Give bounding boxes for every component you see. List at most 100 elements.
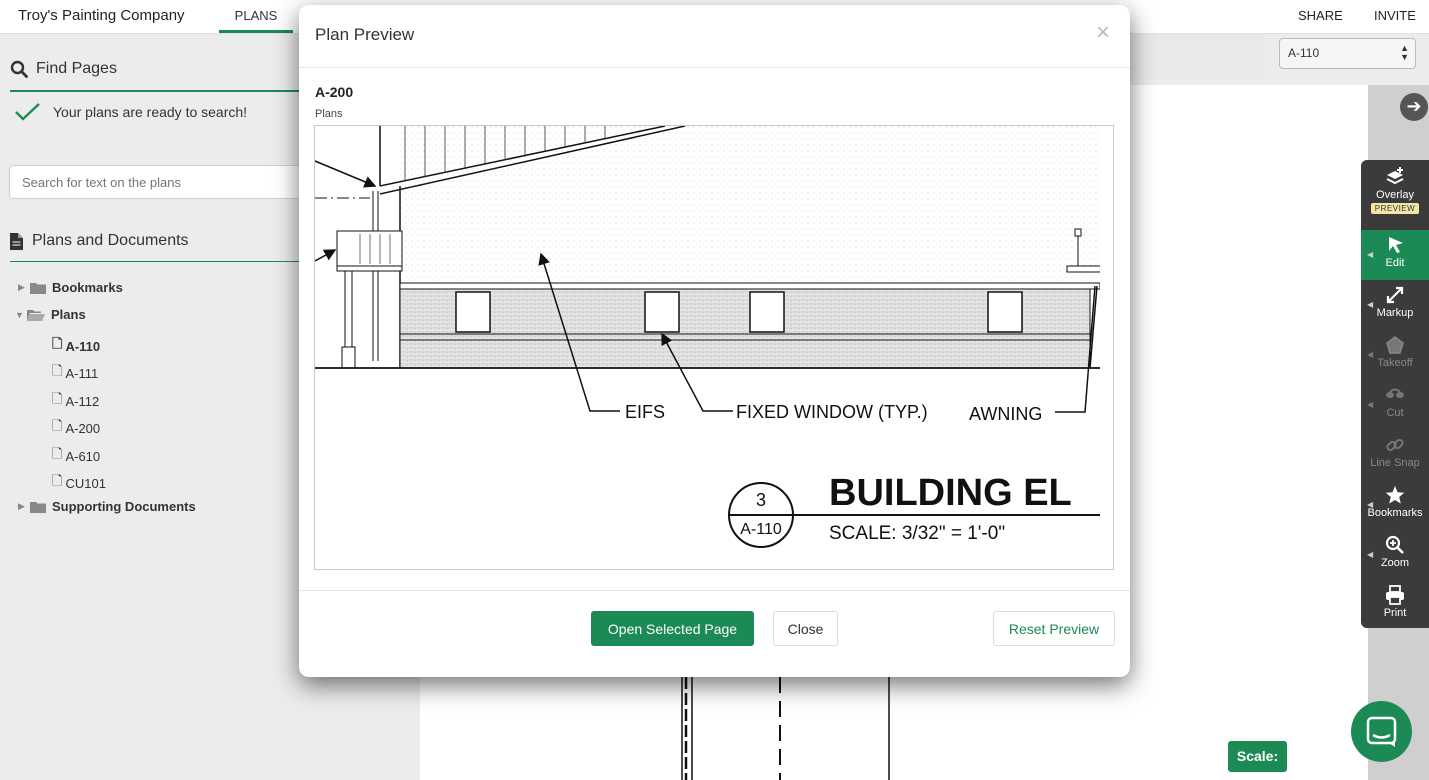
cursor-arrow-icon xyxy=(1389,237,1403,253)
drawing-title: BUILDING EL xyxy=(829,472,1072,514)
scale-button[interactable]: Scale: xyxy=(1228,741,1287,772)
tree-page-a610[interactable]: 🗋 A-610 xyxy=(52,445,100,467)
tree-label: A-200 xyxy=(65,420,101,436)
tool-bookmarks[interactable]: ◀ Bookmarks xyxy=(1361,480,1429,530)
tool-cut[interactable]: ◀ Cut xyxy=(1361,380,1429,430)
zoom-in-icon xyxy=(1385,535,1404,554)
page-select-dropdown[interactable]: A-110 ▲ ▼ xyxy=(1279,38,1416,69)
divider xyxy=(10,261,300,262)
tree-label: A-111 xyxy=(65,365,99,381)
close-button[interactable]: Close xyxy=(773,611,838,646)
detail-sheet: A-110 xyxy=(740,521,782,538)
reset-preview-button[interactable]: Reset Preview xyxy=(993,611,1115,646)
label-eifs: EIFS xyxy=(625,402,665,422)
next-page-arrow-icon[interactable]: ➔ xyxy=(1400,93,1428,121)
tree-folder-supporting-documents[interactable]: ▶ Supporting Documents xyxy=(18,499,196,514)
tree-label: A-110 xyxy=(65,338,101,354)
tool-zoom[interactable]: ◀ Zoom xyxy=(1361,530,1429,580)
tree-label: A-112 xyxy=(65,393,100,409)
caret-left-icon: ◀ xyxy=(1367,300,1374,309)
tool-print[interactable]: Print xyxy=(1361,580,1429,630)
company-name[interactable]: Troy's Painting Company xyxy=(18,7,185,24)
viewer-header-strip xyxy=(1130,34,1264,79)
tree-page-a110[interactable]: 🗋 A-110 xyxy=(52,335,100,357)
tree-label: Bookmarks xyxy=(52,280,123,295)
caret-left-icon: ◀ xyxy=(1367,500,1374,509)
tool-line-snap[interactable]: Line Snap xyxy=(1361,430,1429,480)
plan-preview-modal: Plan Preview × A-200 Plans EIFS FIXED WI… xyxy=(299,5,1130,677)
caret-left-icon: ◀ xyxy=(1367,550,1374,559)
caret-left-icon: ◀ xyxy=(1367,400,1374,409)
caret-right-icon[interactable]: ▶ xyxy=(18,501,30,512)
tool-edit[interactable]: ◀ Edit xyxy=(1361,230,1429,280)
page-select-value: A-110 xyxy=(1288,46,1320,60)
tool-takeoff[interactable]: ◀ Takeoff xyxy=(1361,330,1429,380)
drawing-scale: SCALE: 3/32" = 1'-0" xyxy=(829,523,1005,544)
divider xyxy=(299,590,1130,591)
preview-page-name: A-200 xyxy=(315,84,354,100)
tree-label: Plans xyxy=(51,307,86,322)
tree-page-a112[interactable]: 🗋 A-112 xyxy=(52,390,99,412)
search-ready-status: Your plans are ready to search! xyxy=(14,102,247,122)
document-icon xyxy=(10,232,23,250)
chat-button[interactable] xyxy=(1351,701,1412,762)
tree-page-a111[interactable]: 🗋 A-111 xyxy=(52,362,98,384)
pentagon-icon xyxy=(1386,336,1404,354)
folder-icon xyxy=(30,501,46,513)
tool-overlay[interactable]: Overlay PREVIEW xyxy=(1361,162,1429,226)
caret-right-icon[interactable]: ▶ xyxy=(18,282,30,293)
folder-open-icon xyxy=(27,309,45,321)
find-pages-label: Find Pages xyxy=(36,60,117,77)
nav-tab-plans[interactable]: PLANS xyxy=(219,0,293,33)
search-ready-text: Your plans are ready to search! xyxy=(53,104,248,120)
select-arrows-icon: ▲ ▼ xyxy=(1400,43,1409,62)
tree-folder-bookmarks[interactable]: ▶ Bookmarks xyxy=(18,280,123,295)
caret-left-icon: ◀ xyxy=(1367,350,1374,359)
tree-page-cu101[interactable]: 🗋 CU101 xyxy=(52,472,106,494)
page-icon: 🗋 xyxy=(52,336,63,351)
folder-icon xyxy=(30,282,46,294)
page-icon: 🗋 xyxy=(52,363,63,378)
preview-badge: PREVIEW xyxy=(1370,203,1420,214)
plan-preview-image[interactable]: EIFS FIXED WINDOW (TYP.) AWNING 3 A-110 … xyxy=(314,125,1114,570)
tool-label: Print xyxy=(1383,607,1407,619)
layers-icon xyxy=(1386,167,1404,185)
modal-title: Plan Preview xyxy=(315,25,415,44)
detail-number: 3 xyxy=(756,490,766,510)
tool-label: Overlay xyxy=(1376,189,1414,201)
close-icon[interactable]: × xyxy=(1096,19,1110,47)
tree-page-a200[interactable]: 🗋 A-200 xyxy=(52,417,100,439)
printer-icon xyxy=(1386,585,1404,605)
label-fixed-window: FIXED WINDOW (TYP.) xyxy=(736,402,928,422)
page-icon: 🗋 xyxy=(52,446,63,461)
tree-label: A-610 xyxy=(65,448,101,464)
divider xyxy=(299,67,1130,68)
right-toolbar: Overlay PREVIEW ◀ Edit ◀ Markup ◀ Takeof… xyxy=(1361,160,1429,628)
caret-left-icon: ◀ xyxy=(1367,250,1374,259)
checkmark-icon xyxy=(15,103,40,121)
find-pages-heading: Find Pages xyxy=(10,60,117,78)
star-icon xyxy=(1385,486,1405,504)
tool-markup[interactable]: ◀ Markup xyxy=(1361,280,1429,330)
page-icon: 🗋 xyxy=(52,391,63,406)
scissors-icon xyxy=(1386,388,1404,398)
open-selected-page-button[interactable]: Open Selected Page xyxy=(591,611,754,646)
plans-and-documents-heading: Plans and Documents xyxy=(10,232,189,250)
tree-label: CU101 xyxy=(65,475,106,491)
caret-down-icon[interactable]: ▼ xyxy=(15,310,27,320)
left-sidebar: Find Pages Your plans are ready to searc… xyxy=(0,34,309,780)
preview-page-category: Plans xyxy=(315,108,343,120)
building-elevation-drawing: EIFS FIXED WINDOW (TYP.) AWNING 3 A-110 … xyxy=(315,126,1113,569)
divider xyxy=(10,90,300,92)
page-icon: 🗋 xyxy=(52,473,63,488)
link-icon xyxy=(1386,438,1404,452)
tree-folder-plans[interactable]: ▼ Plans xyxy=(15,307,86,322)
plan-text-search-input[interactable] xyxy=(9,165,309,199)
page-icon: 🗋 xyxy=(52,418,63,433)
tree-label: Supporting Documents xyxy=(52,499,196,514)
tool-label: Line Snap xyxy=(1370,457,1420,469)
chat-icon xyxy=(1366,716,1397,747)
plans-and-documents-label: Plans and Documents xyxy=(32,232,189,249)
share-link[interactable]: SHARE xyxy=(1298,8,1343,23)
invite-link[interactable]: INVITE xyxy=(1374,8,1416,23)
